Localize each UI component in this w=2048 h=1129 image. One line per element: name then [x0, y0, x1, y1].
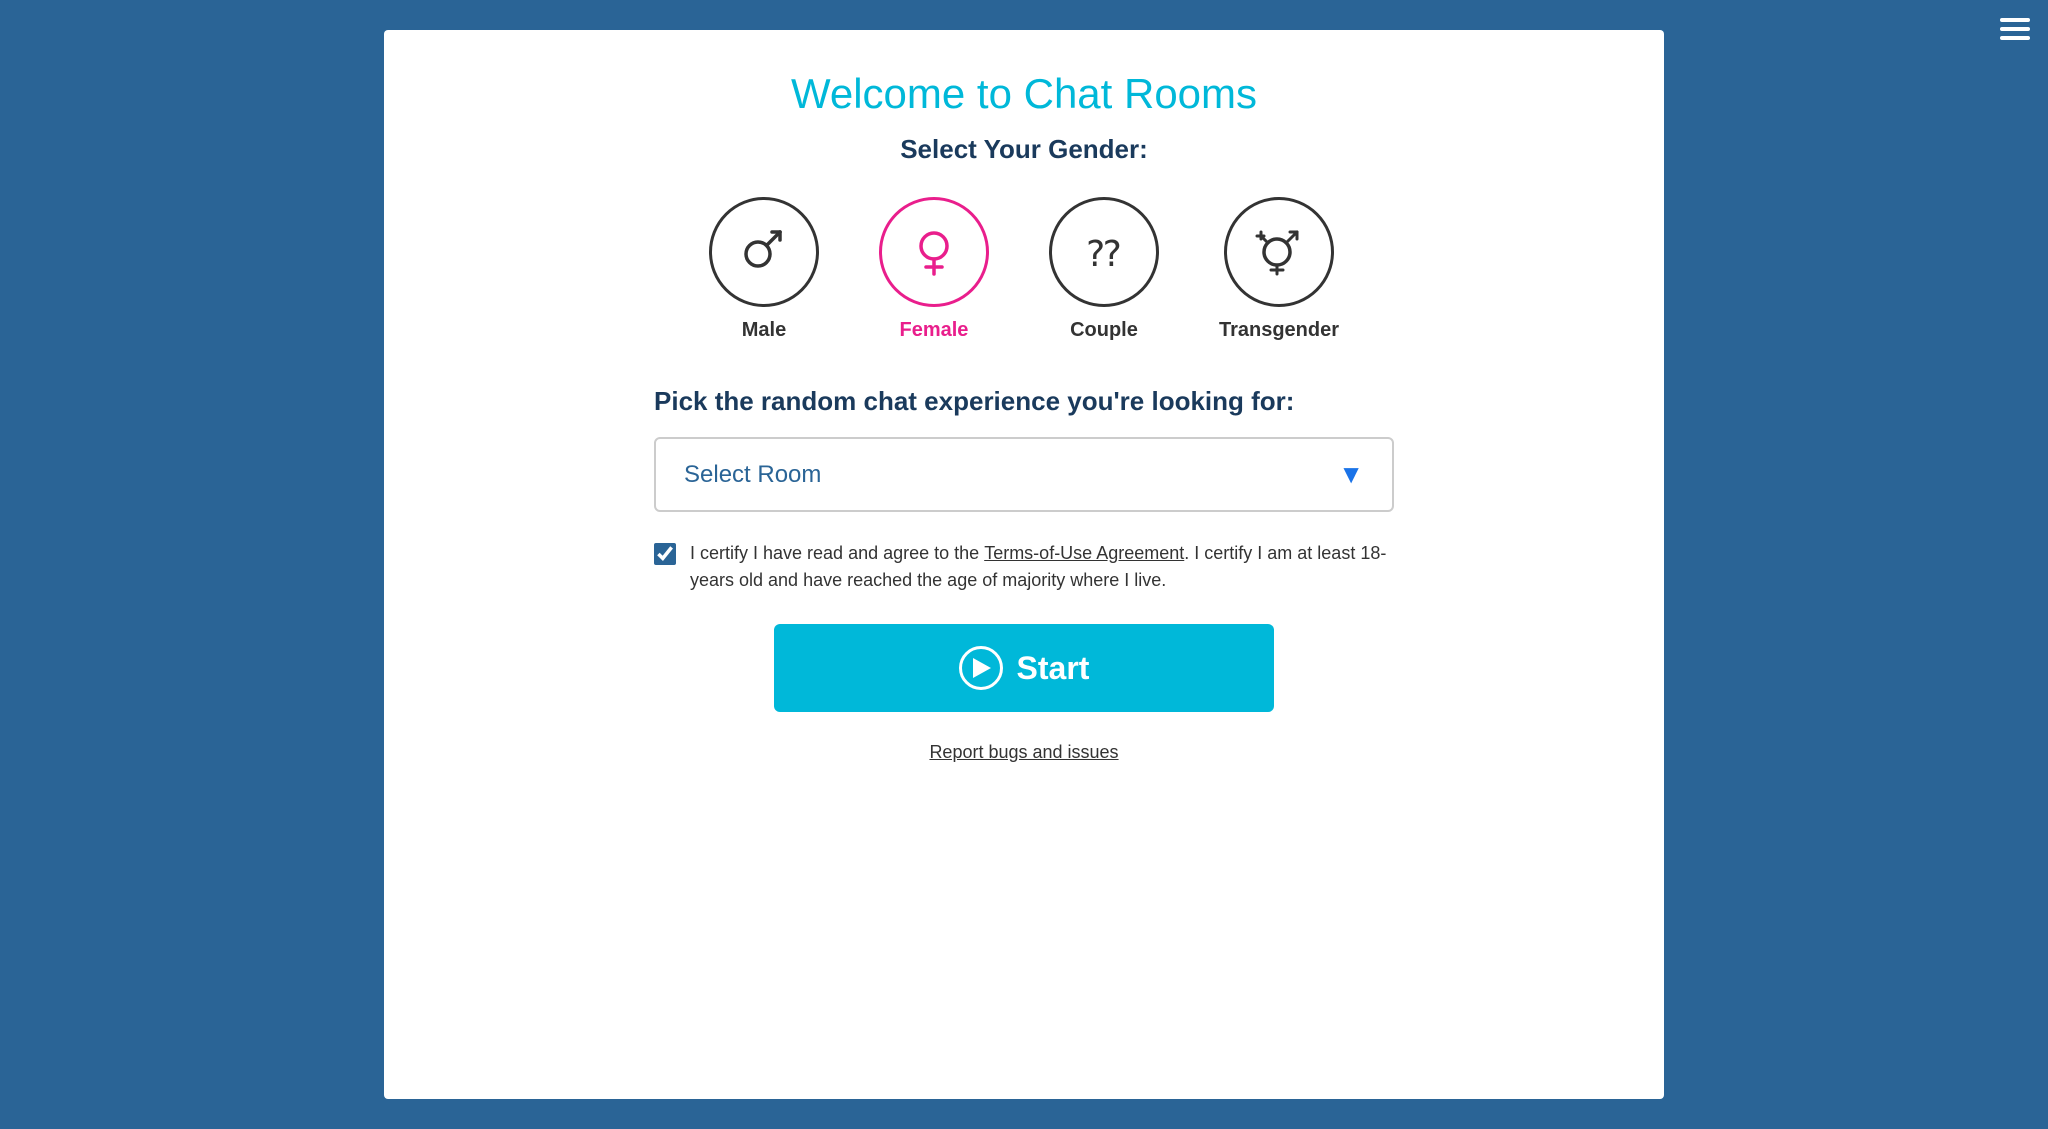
gender-option-couple[interactable]: ⁇ Couple	[1049, 197, 1159, 342]
hamburger-line-3	[2000, 36, 2030, 40]
hamburger-menu[interactable]	[2000, 18, 2030, 40]
gender-option-female[interactable]: Female	[879, 197, 989, 342]
gender-label-female: Female	[900, 319, 969, 342]
terms-row: I certify I have read and agree to the T…	[654, 540, 1394, 594]
hamburger-line-1	[2000, 18, 2030, 22]
content-center: Welcome to Chat Rooms Select Your Gender…	[444, 70, 1604, 763]
page-title: Welcome to Chat Rooms	[791, 70, 1257, 118]
chevron-down-icon: ▼	[1338, 459, 1364, 490]
male-symbol-icon	[736, 224, 792, 280]
gender-label-male: Male	[742, 319, 786, 342]
gender-section-label: Select Your Gender:	[900, 134, 1148, 165]
gender-circle-male	[709, 197, 819, 307]
experience-label: Pick the random chat experience you're l…	[654, 386, 1394, 417]
play-triangle	[973, 658, 991, 678]
terms-text-before: I certify I have read and agree to the	[690, 543, 984, 563]
terms-checkbox[interactable]	[654, 543, 676, 565]
gender-option-transgender[interactable]: Transgender	[1219, 197, 1339, 342]
female-symbol-icon	[906, 224, 962, 280]
gender-option-male[interactable]: Male	[709, 197, 819, 342]
hamburger-line-2	[2000, 27, 2030, 31]
report-bugs-section: Report bugs and issues	[929, 742, 1118, 763]
start-button-label: Start	[1017, 650, 1090, 687]
select-room-dropdown[interactable]: Select Room ▼	[654, 437, 1394, 512]
gender-circle-couple: ⁇	[1049, 197, 1159, 307]
terms-of-use-link[interactable]: Terms-of-Use Agreement	[984, 543, 1184, 563]
select-room-text: Select Room	[684, 461, 821, 489]
gender-row: Male Female	[709, 197, 1339, 342]
gender-circle-female	[879, 197, 989, 307]
start-button[interactable]: Start	[774, 624, 1274, 712]
gender-label-couple: Couple	[1070, 319, 1138, 342]
main-card: Welcome to Chat Rooms Select Your Gender…	[384, 30, 1664, 1099]
page-wrapper: Welcome to Chat Rooms Select Your Gender…	[324, 0, 1724, 1129]
gender-circle-transgender	[1224, 197, 1334, 307]
gender-label-transgender: Transgender	[1219, 319, 1339, 342]
couple-symbol-icon: ⁇	[1074, 224, 1134, 280]
svg-text:⁇: ⁇	[1087, 233, 1120, 274]
report-bugs-link[interactable]: Report bugs and issues	[929, 742, 1118, 762]
transgender-symbol-icon	[1249, 222, 1309, 282]
terms-text: I certify I have read and agree to the T…	[690, 540, 1394, 594]
play-icon	[959, 646, 1003, 690]
